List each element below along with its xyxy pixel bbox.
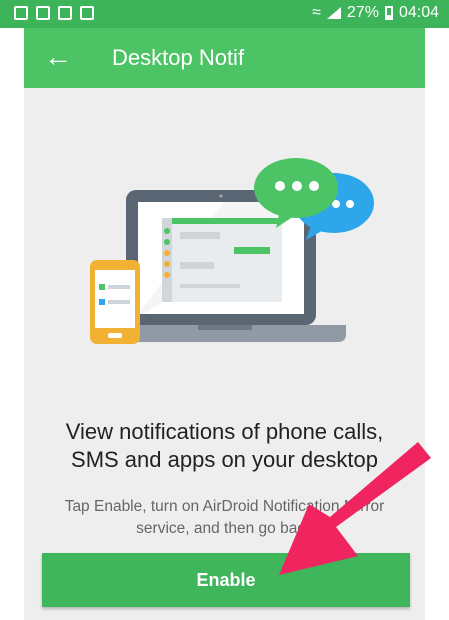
clock: 04:04 [398,4,439,21]
app-bar: ← Desktop Notif [24,28,425,88]
arrow-left-icon: ← [44,41,72,72]
feature-headline: View notifications of phone calls, SMS a… [24,418,425,474]
briefcase-icon [80,6,94,20]
desc-line-1: Tap Enable, turn on AirDroid Notificatio… [64,498,385,515]
notification-icons [14,6,94,20]
desktop-phone-illustration [90,158,374,344]
back-button[interactable]: ← [44,40,72,74]
desc-line-2: service, and then go back [136,520,313,537]
headline-line-1: View notifications of phone calls, [65,419,384,444]
send-icon [36,6,50,20]
app-window [162,218,282,302]
facebook-icon [58,6,72,20]
app-screen: ← Desktop Notif View notifications of ph… [24,28,425,620]
status-indicators: ≈ 27% 04:04 [312,4,439,22]
status-bar: ≈ 27% 04:04 [0,0,449,28]
instructions-text: Tap Enable, turn on AirDroid Notificatio… [24,496,425,540]
wifi-icon: ≈ [312,4,321,21]
headline-line-2: SMS and apps on your desktop [71,447,378,472]
signal-icon [326,7,341,19]
page-title: Desktop Notif [112,45,245,70]
screenshot-icon [14,6,28,20]
battery-icon [384,6,393,20]
enable-button[interactable]: Enable [42,553,410,607]
battery-percent: 27% [346,4,379,21]
